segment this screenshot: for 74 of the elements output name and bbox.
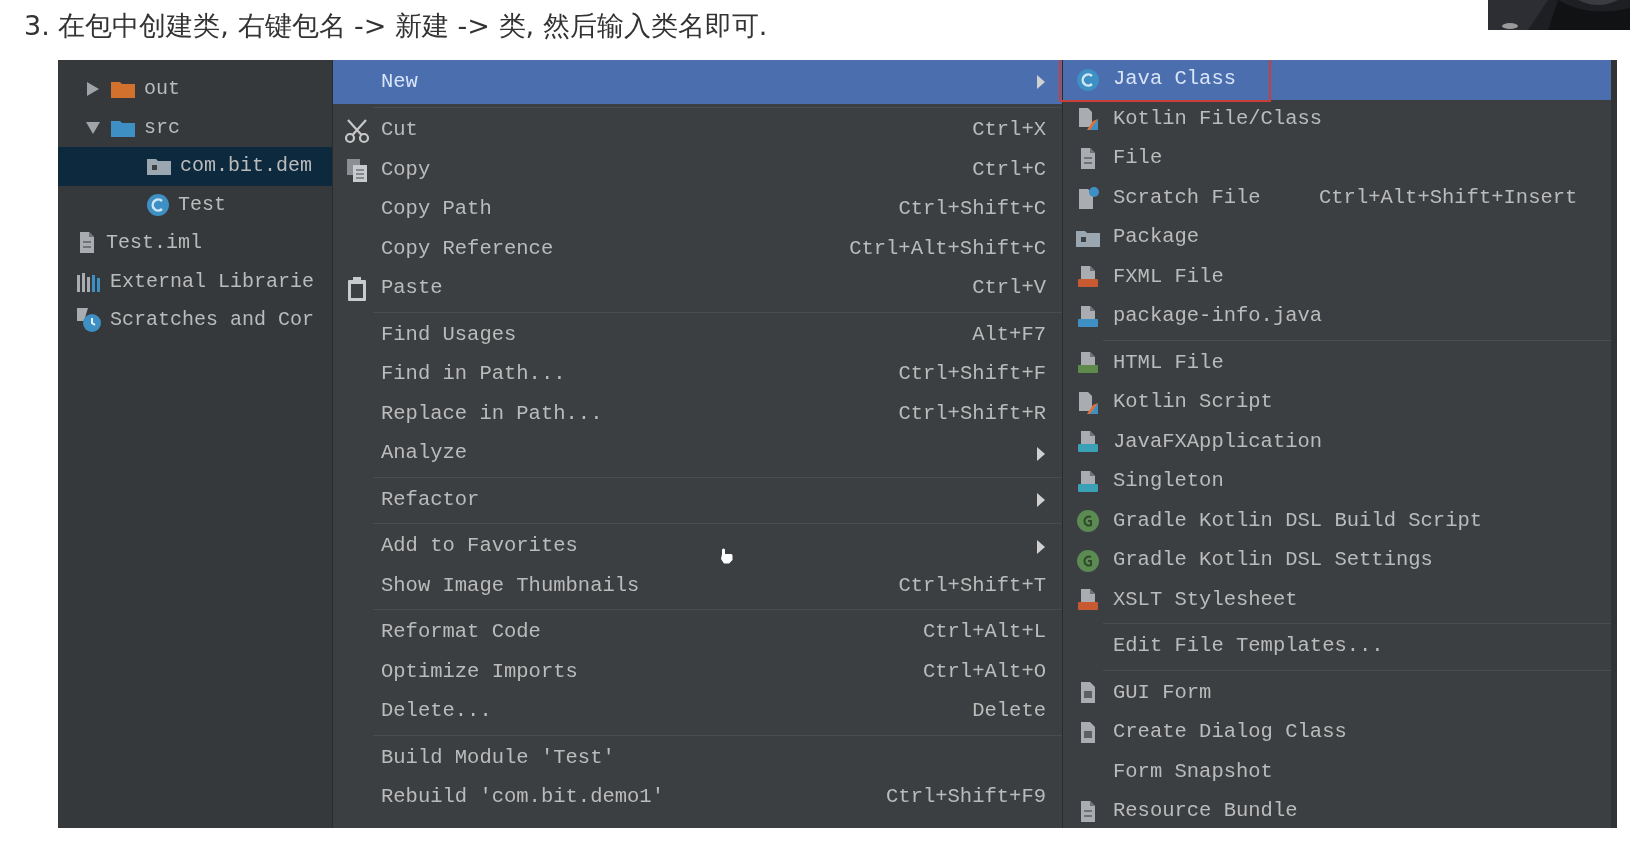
- expand-arrow-icon[interactable]: [86, 81, 100, 98]
- menu-item[interactable]: Copy Ctrl+C: [333, 150, 1062, 190]
- tree-item[interactable]: Scratches and Cor: [58, 301, 332, 340]
- menu-item[interactable]: Optimize Imports Ctrl+Alt+O: [333, 652, 1062, 692]
- menu-item[interactable]: JavaFXApplication: [1063, 422, 1611, 462]
- tree-item[interactable]: out: [58, 70, 332, 109]
- menu-item[interactable]: Kotlin Script: [1063, 383, 1611, 423]
- kotlin-file-icon: [1076, 390, 1100, 415]
- file-icon: [1077, 351, 1099, 376]
- file-icon: [1077, 265, 1099, 290]
- tree-item-label: src: [144, 114, 180, 141]
- menu-item[interactable]: Find in Path... Ctrl+Shift+F: [333, 355, 1062, 395]
- menu-item[interactable]: New: [333, 60, 1062, 104]
- tree-item-label: External Librarie: [110, 268, 315, 295]
- menu-item[interactable]: Gradle Kotlin DSL Build Script: [1063, 501, 1611, 541]
- copy-icon: [345, 157, 369, 184]
- menu-item[interactable]: Show Image Thumbnails Ctrl+Shift+T: [333, 566, 1062, 606]
- menu-item[interactable]: Resource Bundle: [1063, 792, 1611, 828]
- menu-item[interactable]: Singleton: [1063, 462, 1611, 502]
- file-icon: [1077, 469, 1099, 494]
- menu-item[interactable]: Create Dialog Class: [1063, 713, 1611, 753]
- tree-item-label: Test: [178, 191, 226, 218]
- scissors-icon: [344, 117, 370, 144]
- folder-icon: [146, 156, 172, 177]
- menu-item[interactable]: Edit File Templates...: [1063, 627, 1611, 667]
- class-icon: [1076, 67, 1100, 92]
- menu-item[interactable]: Reformat Code Ctrl+Alt+L: [333, 613, 1062, 653]
- menu-item[interactable]: GUI Form: [1063, 673, 1611, 713]
- menu-item[interactable]: FXML File: [1063, 257, 1611, 297]
- tree-item[interactable]: Test.iml: [58, 224, 332, 263]
- menu-item[interactable]: Refactor: [333, 480, 1062, 520]
- tree-item-label: Test.iml: [106, 230, 202, 257]
- file-icon: [1077, 430, 1099, 455]
- menu-item[interactable]: Delete... Delete: [333, 692, 1062, 732]
- menu-item[interactable]: Find Usages Alt+F7: [333, 315, 1062, 355]
- folder-icon: [110, 79, 136, 100]
- file-icon: [1077, 588, 1099, 613]
- menu-item[interactable]: Gradle Kotlin DSL Settings: [1063, 541, 1611, 581]
- clipboard-icon: [346, 275, 368, 302]
- menu-item[interactable]: Replace in Path... Ctrl+Shift+R: [333, 394, 1062, 434]
- scratch-file-icon: [1076, 186, 1100, 211]
- instruction-heading: 3. 在包中创建类, 右键包名 -> 新建 -> 类, 然后输入类名即可.: [24, 9, 768, 43]
- scratch-icon: [76, 307, 102, 334]
- library-icon: [76, 270, 102, 293]
- kotlin-file-icon: [1076, 107, 1100, 132]
- menu-item[interactable]: Copy Reference Ctrl+Alt+Shift+C: [333, 229, 1062, 269]
- menu-item[interactable]: Kotlin File/Class: [1063, 99, 1611, 139]
- menu-item[interactable]: Copy Path Ctrl+Shift+C: [333, 190, 1062, 230]
- tree-item-label: com.bit.dem: [180, 153, 313, 180]
- menu-item[interactable]: XSLT Stylesheet: [1063, 580, 1611, 620]
- tree-item-label: out: [144, 76, 180, 103]
- tree-item[interactable]: Test: [58, 185, 332, 224]
- menu-item[interactable]: Analyze: [333, 434, 1062, 474]
- menu-item[interactable]: File: [1063, 139, 1611, 179]
- tree-item-label: Scratches and Cor: [110, 307, 315, 334]
- collapse-arrow-icon[interactable]: [85, 120, 101, 135]
- menu-item[interactable]: Scratch File Ctrl+Alt+Shift+Insert: [1063, 178, 1611, 218]
- file-icon: [1077, 304, 1099, 329]
- menu-item[interactable]: HTML File: [1063, 343, 1611, 383]
- menu-item[interactable]: Build Module 'Test': [333, 738, 1062, 778]
- menu-item[interactable]: Add to Favorites: [333, 527, 1062, 567]
- menu-item[interactable]: Rebuild 'com.bit.demo1' Ctrl+Shift+F9: [333, 778, 1062, 818]
- menu-item[interactable]: Cut Ctrl+X: [333, 111, 1062, 151]
- tree-item[interactable]: com.bit.dem: [58, 147, 332, 186]
- tree-item[interactable]: External Librarie: [58, 262, 332, 301]
- cursor-icon: [720, 548, 734, 564]
- menu-item[interactable]: Paste Ctrl+V: [333, 269, 1062, 309]
- menu-item[interactable]: package-info.java: [1063, 297, 1611, 337]
- gradle-icon: [1076, 509, 1100, 534]
- class-icon: [146, 192, 170, 217]
- tree-item[interactable]: src: [58, 108, 332, 147]
- menu-item[interactable]: Form Snapshot: [1063, 752, 1611, 792]
- menu-item[interactable]: Package: [1063, 218, 1611, 258]
- gradle-icon: [1076, 548, 1100, 573]
